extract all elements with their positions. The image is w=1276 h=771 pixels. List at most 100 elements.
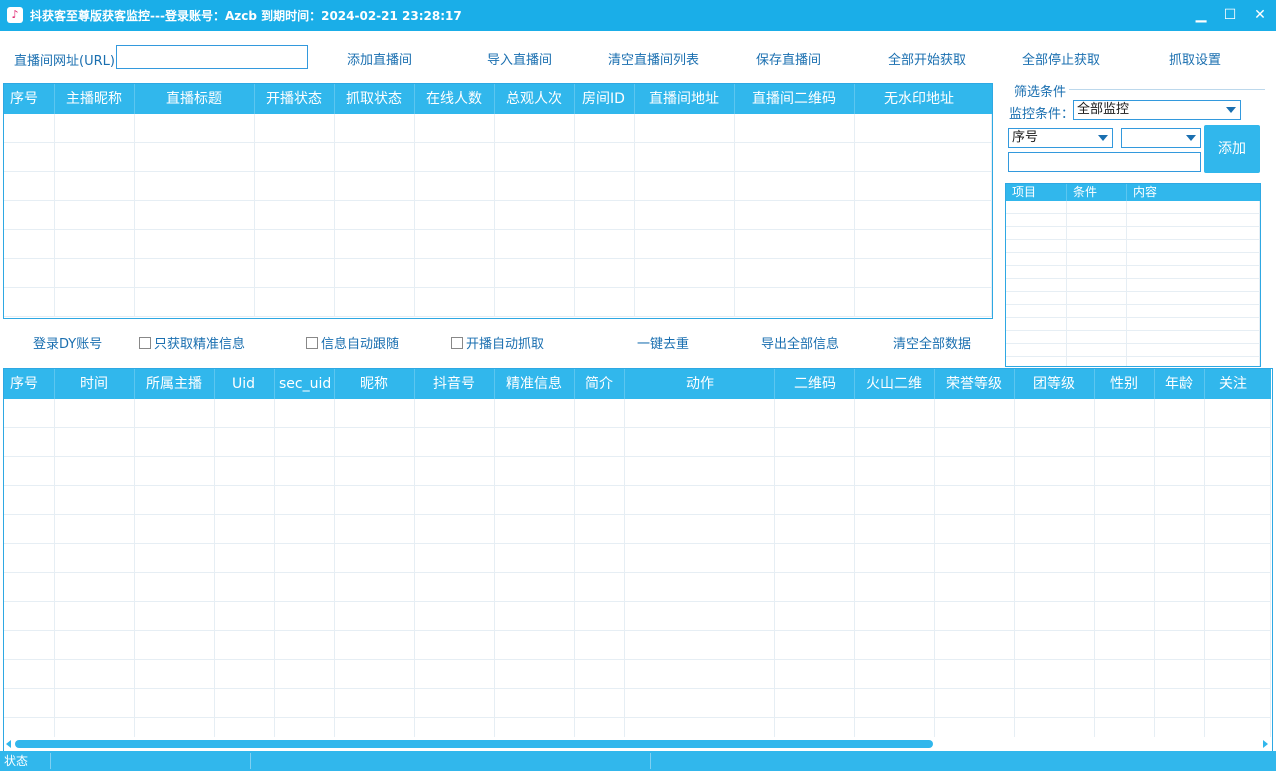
table-cell[interactable] <box>255 201 335 230</box>
close-button[interactable]: ✕ <box>1245 0 1275 31</box>
table-cell[interactable] <box>775 602 855 631</box>
table-cell[interactable] <box>495 486 575 515</box>
table-cell[interactable] <box>855 660 935 689</box>
table-cell[interactable] <box>855 486 935 515</box>
start-all-button[interactable]: 全部开始获取 <box>888 49 966 68</box>
table-row[interactable] <box>1006 305 1260 318</box>
col-header[interactable]: 二维码 <box>775 369 855 399</box>
table-cell[interactable] <box>335 660 415 689</box>
table-cell[interactable] <box>1155 428 1205 457</box>
table-cell[interactable] <box>625 689 775 718</box>
table-cell[interactable] <box>4 259 55 288</box>
table-cell[interactable] <box>55 172 135 201</box>
table-cell[interactable] <box>575 631 625 660</box>
table-cell[interactable] <box>415 631 495 660</box>
table-cell[interactable] <box>4 602 55 631</box>
table-cell[interactable] <box>135 631 215 660</box>
table-cell[interactable] <box>1067 318 1127 331</box>
col-header[interactable]: 昵称 <box>335 369 415 399</box>
table-cell[interactable] <box>855 428 935 457</box>
table-cell[interactable] <box>215 428 275 457</box>
table-cell[interactable] <box>4 143 55 172</box>
table-cell[interactable] <box>415 602 495 631</box>
table-cell[interactable] <box>495 602 575 631</box>
table-cell[interactable] <box>335 201 415 230</box>
table-row[interactable] <box>4 172 992 201</box>
table-row[interactable] <box>1006 266 1260 279</box>
table-cell[interactable] <box>255 288 335 317</box>
col-header[interactable]: 开播状态 <box>255 84 335 114</box>
table-cell[interactable] <box>135 114 255 143</box>
table-cell[interactable] <box>625 428 775 457</box>
table-row[interactable] <box>4 544 1271 573</box>
table-cell[interactable] <box>495 457 575 486</box>
table-cell[interactable] <box>775 457 855 486</box>
table-row[interactable] <box>4 457 1271 486</box>
table-cell[interactable] <box>625 660 775 689</box>
table-cell[interactable] <box>1155 631 1205 660</box>
table-cell[interactable] <box>495 544 575 573</box>
table-cell[interactable] <box>255 172 335 201</box>
table-cell[interactable] <box>1155 689 1205 718</box>
col-header[interactable]: 内容 <box>1127 184 1260 201</box>
table-cell[interactable] <box>1006 266 1067 279</box>
table-cell[interactable] <box>935 428 1015 457</box>
table-cell[interactable] <box>1127 331 1260 344</box>
col-header[interactable]: 直播标题 <box>135 84 255 114</box>
clear-room-list-button[interactable]: 清空直播间列表 <box>608 49 699 68</box>
table-cell[interactable] <box>335 457 415 486</box>
table-row[interactable] <box>4 288 992 317</box>
table-cell[interactable] <box>1127 266 1260 279</box>
table-cell[interactable] <box>1067 214 1127 227</box>
table-row[interactable] <box>4 399 1271 428</box>
table-cell[interactable] <box>855 544 935 573</box>
col-header[interactable]: 简介 <box>575 369 625 399</box>
table-cell[interactable] <box>1127 214 1260 227</box>
table-cell[interactable] <box>1127 240 1260 253</box>
table-cell[interactable] <box>735 143 855 172</box>
checkbox-box[interactable] <box>306 337 318 349</box>
table-cell[interactable] <box>1015 689 1095 718</box>
table-cell[interactable] <box>4 114 55 143</box>
table-cell[interactable] <box>635 230 735 259</box>
table-cell[interactable] <box>4 573 55 602</box>
export-all-button[interactable]: 导出全部信息 <box>761 333 839 352</box>
table-row[interactable] <box>1006 344 1260 357</box>
table-cell[interactable] <box>855 399 935 428</box>
table-cell[interactable] <box>1006 253 1067 266</box>
auto-capture-checkbox[interactable]: 开播自动抓取 <box>451 333 544 352</box>
add-filter-button[interactable]: 添加 <box>1204 125 1260 173</box>
col-header[interactable]: 所属主播 <box>135 369 215 399</box>
table-cell[interactable] <box>415 399 495 428</box>
col-header[interactable]: 荣誉等级 <box>935 369 1015 399</box>
table-cell[interactable] <box>855 143 992 172</box>
table-row[interactable] <box>1006 331 1260 344</box>
table-cell[interactable] <box>495 631 575 660</box>
table-cell[interactable] <box>1095 544 1155 573</box>
table-cell[interactable] <box>335 486 415 515</box>
table-cell[interactable] <box>415 689 495 718</box>
table-cell[interactable] <box>935 399 1015 428</box>
table-row[interactable] <box>1006 292 1260 305</box>
table-cell[interactable] <box>275 573 335 602</box>
table-cell[interactable] <box>1205 544 1271 573</box>
table-cell[interactable] <box>495 428 575 457</box>
table-cell[interactable] <box>215 689 275 718</box>
table-cell[interactable] <box>335 631 415 660</box>
col-header[interactable]: 动作 <box>625 369 775 399</box>
clear-all-button[interactable]: 清空全部数据 <box>893 333 971 352</box>
table-cell[interactable] <box>55 457 135 486</box>
table-cell[interactable] <box>1006 201 1067 214</box>
table-cell[interactable] <box>1127 201 1260 214</box>
table-cell[interactable] <box>335 544 415 573</box>
table-cell[interactable] <box>215 515 275 544</box>
col-header[interactable]: 团等级 <box>1015 369 1095 399</box>
table-cell[interactable] <box>415 544 495 573</box>
table-cell[interactable] <box>135 428 215 457</box>
table-cell[interactable] <box>1205 428 1271 457</box>
table-cell[interactable] <box>4 631 55 660</box>
table-cell[interactable] <box>775 399 855 428</box>
table-cell[interactable] <box>855 114 992 143</box>
table-cell[interactable] <box>635 201 735 230</box>
table-cell[interactable] <box>775 660 855 689</box>
